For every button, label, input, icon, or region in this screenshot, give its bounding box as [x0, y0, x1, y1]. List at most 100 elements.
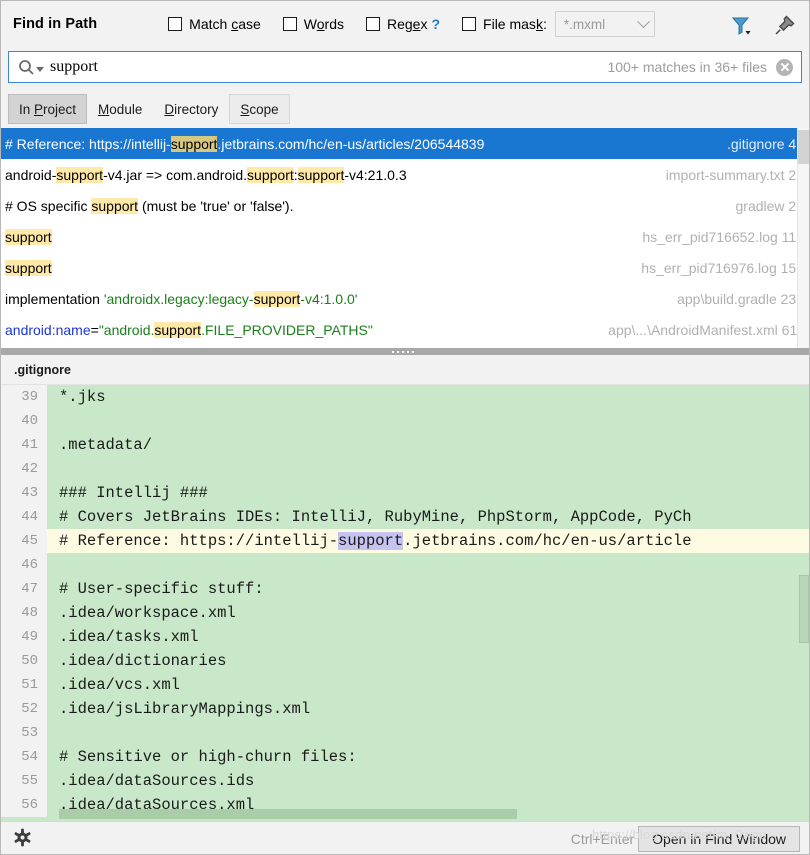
line-number: 48 [0, 601, 47, 625]
tab-scope[interactable]: Scope [229, 94, 290, 124]
words-label: Words [303, 16, 344, 32]
words-checkbox[interactable]: Words [282, 16, 344, 32]
preview-code-area[interactable]: 39 *.jks 40 41 .metadata/42 43 ### Intellij ##… [0, 385, 810, 821]
result-location: app\...\AndroidManifest.xml 611 [608, 321, 804, 338]
result-text: android-support-v4.jar => com.android.su… [5, 166, 407, 183]
results-scrollbar[interactable] [797, 128, 810, 348]
search-input[interactable]: support 100+ matches in 36+ files [8, 51, 802, 83]
line-number: 55 [0, 769, 47, 793]
line-number: 54 [0, 745, 47, 769]
result-text: support [5, 228, 52, 245]
result-location: import-summary.txt 26 [665, 166, 804, 183]
line-number: 49 [0, 625, 47, 649]
splitter-grip [392, 350, 418, 353]
tab-directory-label: Directory [164, 101, 219, 117]
match-case-label: Match case [189, 16, 261, 32]
file-mask-select[interactable]: *.mxml [554, 11, 655, 37]
code-line[interactable]: 40 [0, 409, 810, 433]
match-case-checkbox[interactable]: Match case [168, 16, 261, 32]
code-line[interactable]: 43 ### Intellij ### [0, 481, 810, 505]
open-in-find-window-button[interactable]: Open in Find Window [638, 825, 800, 852]
code-line[interactable]: 42 [0, 457, 810, 481]
dialog-title: Find in Path [13, 16, 98, 32]
code-line[interactable]: 53 [0, 721, 810, 745]
table-row[interactable]: android:name="android.support.FILE_PROVI… [0, 314, 810, 345]
words-checkbox-box[interactable] [282, 17, 297, 31]
table-row[interactable]: support hs_err_pid716976.log 155 [0, 252, 810, 283]
line-number: 41 [0, 433, 47, 457]
tab-module[interactable]: Module [87, 94, 153, 124]
search-icon[interactable] [18, 59, 35, 76]
line-number: 44 [0, 505, 47, 529]
code-line-text: .idea/dataSources.ids [59, 772, 255, 790]
code-line[interactable]: 47 # User-specific stuff: [0, 577, 810, 601]
pin-icon[interactable] [772, 12, 798, 38]
code-line-text: # Reference: https://intellij-support.je… [59, 532, 692, 550]
code-line[interactable]: 50 .idea/dictionaries [0, 649, 810, 673]
file-mask-checkbox-box[interactable] [462, 17, 477, 31]
dialog-toolbar: Find in Path Match case Words Regex ? Fi… [0, 0, 810, 48]
clear-icon[interactable] [776, 58, 793, 76]
search-input-value[interactable]: support [50, 58, 98, 76]
preview-horizontal-scrollbar-thumb[interactable] [59, 809, 517, 819]
line-number: 52 [0, 697, 47, 721]
code-line[interactable]: 51 .idea/vcs.xml [0, 673, 810, 697]
code-line-text: # Sensitive or high-churn files: [59, 748, 357, 766]
line-number: 45 [0, 529, 47, 553]
line-number: 39 [0, 385, 47, 409]
code-line[interactable]: 48 .idea/workspace.xml [0, 601, 810, 625]
code-line[interactable]: 44 # Covers JetBrains IDEs: IntelliJ, Rub… [0, 505, 810, 529]
scope-tabs: In Project Module Directory Scope [8, 92, 290, 124]
file-mask-label: File mask: [483, 16, 547, 32]
preview-vertical-scrollbar[interactable] [798, 385, 810, 821]
table-row[interactable]: support hs_err_pid716652.log 117 [0, 221, 810, 252]
regex-checkbox[interactable]: Regex ? [365, 16, 440, 32]
preview-panel: .gitignore 39 *.jks 40 41 .metadata/42 43 ### … [0, 355, 810, 821]
code-line[interactable]: 39 *.jks [0, 385, 810, 409]
results-scrollbar-thumb[interactable] [798, 130, 809, 164]
code-line[interactable]: 55 .idea/dataSources.ids [0, 769, 810, 793]
file-mask-checkbox[interactable]: File mask: [462, 16, 547, 32]
code-line[interactable]: 49 .idea/tasks.xml [0, 625, 810, 649]
line-number: 47 [0, 577, 47, 601]
match-case-checkbox-box[interactable] [168, 17, 183, 31]
table-row[interactable]: # Reference: https://intellij-support.je… [0, 128, 810, 159]
panel-splitter[interactable] [0, 348, 810, 355]
result-text: support [5, 259, 52, 276]
code-line-text: .metadata/ [59, 436, 153, 454]
search-history-chevron-icon[interactable] [36, 65, 44, 73]
result-text: android:name="android.support.FILE_PROVI… [5, 321, 373, 338]
search-results-list[interactable]: # Reference: https://intellij-support.je… [0, 128, 810, 348]
code-line[interactable]: 52 .idea/jsLibraryMappings.xml [0, 697, 810, 721]
dialog-bottom-bar: Ctrl+Enter Open in Find Window [0, 821, 810, 855]
gear-icon[interactable] [13, 828, 32, 850]
code-line[interactable]: 45 # Reference: https://intellij-support.… [0, 529, 810, 553]
regex-help-icon[interactable]: ? [431, 16, 440, 32]
code-line-text: # User-specific stuff: [59, 580, 264, 598]
code-line-text: .idea/jsLibraryMappings.xml [59, 700, 311, 718]
code-line[interactable]: 54 # Sensitive or high-churn files: [0, 745, 810, 769]
code-line-text: .idea/workspace.xml [59, 604, 236, 622]
code-line[interactable]: 46 [0, 553, 810, 577]
table-row[interactable]: android-support-v4.jar => com.android.su… [0, 159, 810, 190]
filter-funnel-icon[interactable] [728, 12, 754, 38]
line-number: 50 [0, 649, 47, 673]
regex-checkbox-box[interactable] [365, 17, 380, 31]
result-text: # OS specific support (must be 'true' or… [5, 197, 294, 214]
regex-label: Regex [386, 16, 428, 32]
line-number: 43 [0, 481, 47, 505]
result-location: hs_err_pid716652.log 117 [642, 228, 804, 245]
code-line-text: # Covers JetBrains IDEs: IntelliJ, RubyM… [59, 508, 692, 526]
code-line-text: ### Intellij ### [59, 484, 208, 502]
preview-vertical-scrollbar-thumb[interactable] [799, 575, 809, 643]
table-row[interactable]: implementation 'androidx.legacy:legacy-s… [0, 283, 810, 314]
code-line[interactable]: 41 .metadata/ [0, 433, 810, 457]
tab-directory[interactable]: Directory [153, 94, 229, 124]
table-row[interactable]: # OS specific support (must be 'true' or… [0, 190, 810, 221]
line-number: 46 [0, 553, 47, 577]
line-number: 42 [0, 457, 47, 481]
chevron-down-icon [636, 14, 650, 28]
tab-in-project[interactable]: In Project [8, 94, 88, 124]
result-location: hs_err_pid716976.log 155 [641, 259, 804, 276]
line-number: 53 [0, 721, 47, 745]
